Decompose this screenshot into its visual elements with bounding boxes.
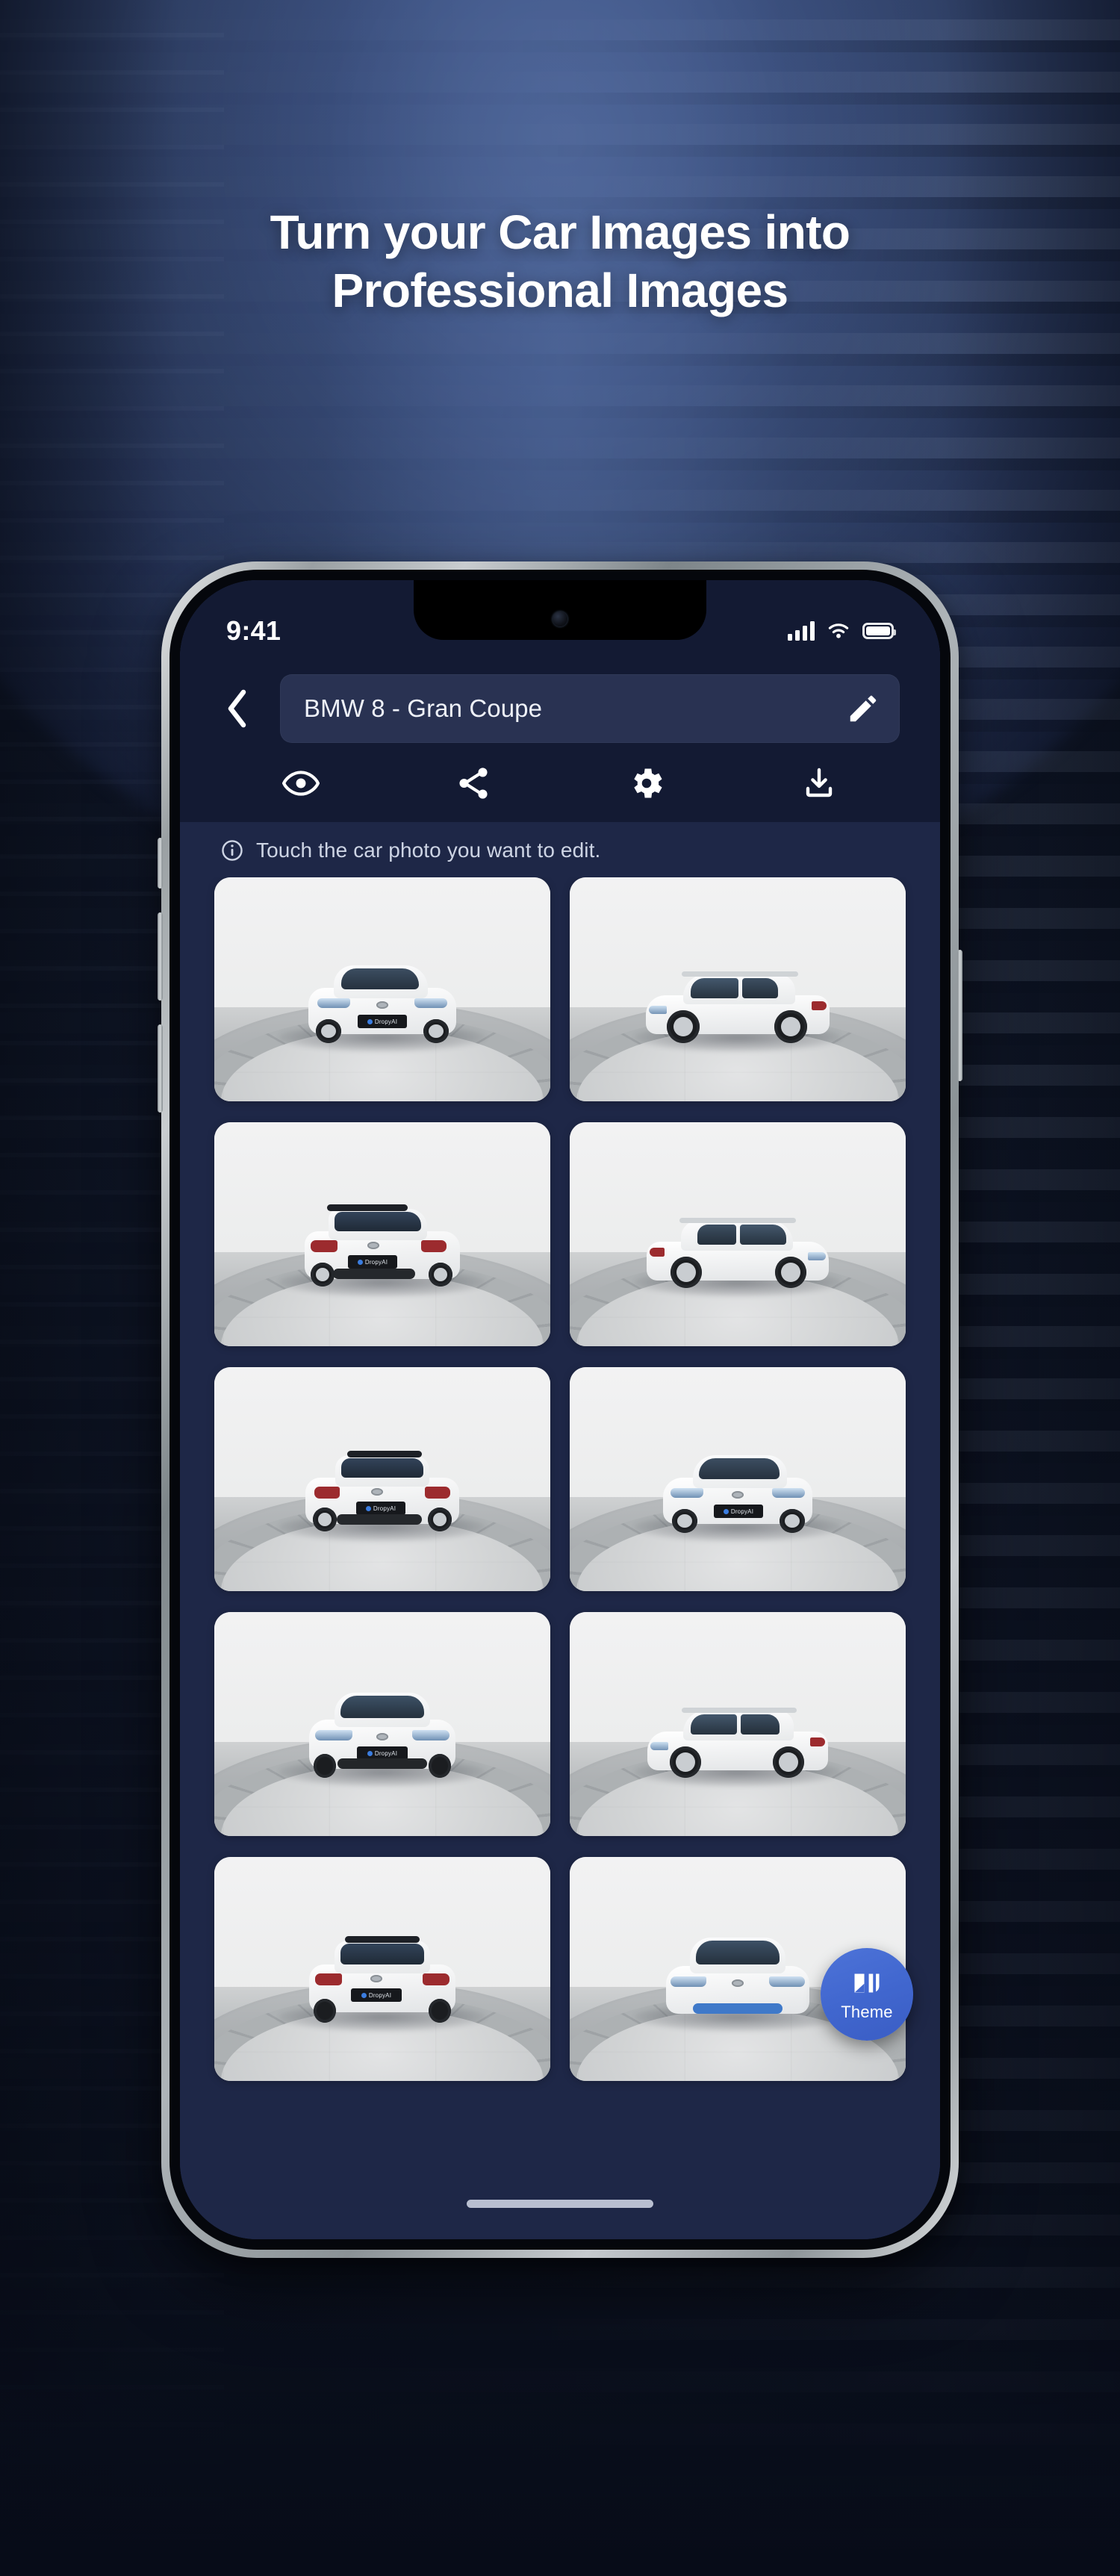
status-bar: 9:41 [180,580,940,664]
home-indicator[interactable] [467,2199,653,2208]
pencil-icon[interactable] [846,691,880,726]
vehicle-name-value: BMW 8 - Gran Coupe [304,694,543,722]
volume-down-button[interactable] [158,1024,163,1113]
info-icon [222,840,243,861]
settings-button[interactable] [560,764,733,803]
phone-mockup: 9:41 BMW 8 - Gran Coupe Touch the car ph… [158,561,962,2258]
headline-line-2: Professional Images [332,264,788,318]
phone-screen: 9:41 BMW 8 - Gran Coupe Touch the car ph… [180,580,940,2239]
battery-icon [862,623,896,639]
vehicle-name-field[interactable]: BMW 8 - Gran Coupe [280,674,900,743]
download-button[interactable] [733,764,906,803]
share-icon [459,768,488,799]
background-bottom-fade [0,2262,1120,2576]
photo-gallery[interactable]: DropyAI DropyAI DropyAI DropyAI DropyAI … [180,877,940,2168]
photo-tile[interactable]: DropyAI [214,1857,550,2081]
app-title-bar: BMW 8 - Gran Coupe [180,664,940,743]
app-toolbar [180,743,940,822]
gear-icon [634,768,662,798]
theme-fab-label: Theme [841,2003,893,2021]
display-notch [414,580,706,640]
status-time: 9:41 [226,615,281,646]
photo-grid: DropyAI DropyAI DropyAI DropyAI DropyAI … [180,877,940,2081]
edit-hint-text: Touch the car photo you want to edit. [256,839,601,862]
eye-icon [281,771,320,796]
photo-tile[interactable]: DropyAI [214,1612,550,1836]
chevron-left-icon [228,689,246,728]
app-root: 9:41 BMW 8 - Gran Coupe Touch the car ph… [180,580,940,2239]
photo-tile[interactable]: DropyAI [214,1367,550,1591]
photo-tile[interactable] [570,877,906,1101]
theme-compare-icon [854,1973,880,1993]
front-camera-icon [553,612,567,626]
preview-button[interactable] [214,764,388,803]
share-button[interactable] [388,764,561,803]
promo-headline: Turn your Car Images into Professional I… [0,203,1120,320]
wifi-icon [828,623,849,638]
status-icons [788,621,896,641]
headline-line-1: Turn your Car Images into [270,205,850,259]
volume-up-button[interactable] [158,912,163,1001]
back-button[interactable] [214,685,261,732]
photo-tile[interactable] [570,1122,906,1346]
app-header: 9:41 BMW 8 - Gran Coupe [180,580,940,822]
theme-fab-button[interactable]: Theme [821,1948,913,2041]
photo-tile[interactable]: DropyAI [570,1367,906,1591]
mute-switch[interactable] [158,838,163,889]
cellular-signal-icon [788,621,815,641]
power-button[interactable] [957,950,962,1081]
home-indicator-area [180,2168,940,2239]
photo-tile[interactable]: DropyAI [214,877,550,1101]
download-icon [806,768,833,797]
photo-tile[interactable] [570,1612,906,1836]
photo-tile[interactable]: DropyAI [214,1122,550,1346]
edit-hint: Touch the car photo you want to edit. [180,822,940,877]
